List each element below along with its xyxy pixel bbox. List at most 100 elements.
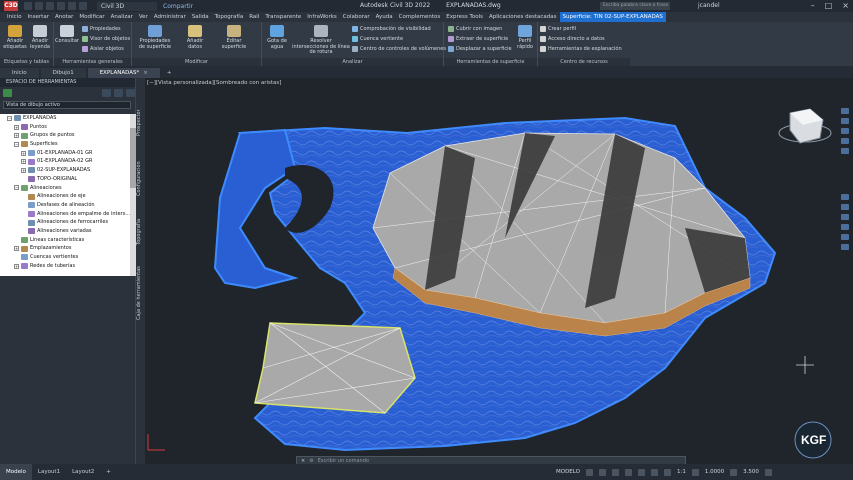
tree-expand-icon[interactable]: + — [21, 150, 26, 156]
ribbon-tab-9[interactable]: Rail — [246, 12, 262, 22]
viewport-label[interactable]: [−][Vista personalizada][Sombreado con a… — [147, 80, 281, 86]
nav-showmotion-icon[interactable] — [841, 148, 849, 154]
water-drop-button[interactable]: Gota de agua — [262, 25, 292, 50]
query-button[interactable]: Consultar — [54, 25, 80, 45]
resolve-breaklines-button[interactable]: Resolver intersecciones de línea de rotu… — [292, 25, 350, 56]
model-space-button[interactable]: MODELO — [556, 469, 580, 475]
share-button[interactable]: Compartir — [163, 3, 193, 10]
quick-profile-button[interactable]: Perfil rápido — [514, 25, 536, 50]
customize-status-icon[interactable] — [764, 468, 772, 476]
toolspace-refresh-icon[interactable] — [114, 89, 123, 97]
drape-image-button[interactable]: Cubrir con imagen — [448, 26, 502, 32]
ribbon-tab-1[interactable]: Insertar — [25, 12, 52, 22]
elevation-value[interactable]: 3.500 — [743, 469, 759, 475]
add-labels-button[interactable]: Añadir etiquetas — [2, 25, 28, 50]
isolate-objects-button[interactable]: Aislar objetos — [82, 46, 124, 52]
side-tab-toolbox[interactable]: Caja de herramientas — [136, 258, 145, 328]
print-icon[interactable] — [57, 2, 65, 10]
tree-item[interactable]: − Superficies — [0, 140, 130, 149]
tree-expand-icon[interactable]: + — [14, 246, 19, 252]
new-icon[interactable] — [24, 2, 32, 10]
drawing-viewport[interactable]: KGF [−][Vista personalizada][Sombreado c… — [145, 78, 837, 464]
ribbon-tab-16[interactable]: Aplicaciones destacadas — [486, 12, 560, 22]
annotation-visibility-icon[interactable] — [691, 468, 699, 476]
app-logo-icon[interactable]: C3D — [4, 1, 18, 11]
units-scale[interactable]: 1.0000 — [705, 469, 724, 475]
move-to-surface-button[interactable]: Desplazar a superficie — [448, 46, 512, 52]
toolspace-icon[interactable] — [3, 89, 12, 97]
new-tab-button[interactable]: + — [162, 68, 177, 78]
add-data-button[interactable]: Añadir datos — [180, 25, 210, 50]
ortho-toggle-icon[interactable] — [611, 468, 619, 476]
add-layout-button[interactable]: + — [100, 464, 117, 480]
volumes-dashboard-button[interactable]: Centro de controles de volúmenes — [352, 46, 446, 52]
ribbon-tab-13[interactable]: Ayuda — [373, 12, 396, 22]
open-icon[interactable] — [35, 2, 43, 10]
view-select[interactable]: Vista de dibujo activo — [3, 101, 131, 109]
ribbon-tab-14[interactable]: Complementos — [396, 12, 444, 22]
snap-toggle-icon[interactable] — [598, 468, 606, 476]
search-input[interactable]: Escriba palabra clave o frase — [600, 2, 670, 10]
isodraft-toggle-icon[interactable] — [637, 468, 645, 476]
doc-tab-start[interactable]: Inicio — [0, 68, 39, 78]
lineweight-toggle-icon[interactable] — [663, 468, 671, 476]
nav-grid-icon[interactable] — [841, 204, 849, 210]
annotation-scale[interactable]: 1:1 — [677, 469, 686, 475]
tree-expand-icon[interactable]: + — [21, 167, 26, 173]
tree-item[interactable]: +01-EXPLANADA-01 GR — [0, 149, 130, 158]
ribbon-tab-11[interactable]: InfraWorks — [304, 12, 339, 22]
tree-item[interactable]: + Emplazamientos — [0, 244, 130, 253]
minimize-icon[interactable]: – — [811, 1, 815, 10]
close-icon[interactable]: × — [842, 1, 849, 10]
tree-item[interactable]: Alineaciones de ferrocarriles — [0, 218, 130, 227]
tree-item[interactable]: Alineaciones de eje — [0, 192, 130, 201]
ribbon-tab-0[interactable]: Inicio — [4, 12, 25, 22]
toolspace-view-icon[interactable] — [102, 89, 111, 97]
ribbon-tab-10[interactable]: Transparente — [262, 12, 304, 22]
doc-tab-drawing1[interactable]: Dibujo1 — [40, 68, 86, 78]
side-tab-survey[interactable]: Topografía — [136, 212, 145, 252]
redo-icon[interactable] — [79, 2, 87, 10]
maximize-icon[interactable]: □ — [825, 1, 833, 10]
nav-layer-icon[interactable] — [841, 194, 849, 200]
ribbon-tab-6[interactable]: Administrar — [151, 12, 189, 22]
tree-item[interactable]: + Redes de tuberías — [0, 262, 130, 271]
ribbon-tab-4[interactable]: Analizar — [108, 12, 136, 22]
tree-item[interactable]: + Grupos de puntos — [0, 131, 130, 140]
create-profile-button[interactable]: Crear perfil — [540, 26, 576, 32]
tree-item[interactable]: Líneas características — [0, 236, 130, 245]
undo-icon[interactable] — [68, 2, 76, 10]
viewcube[interactable] — [778, 108, 832, 144]
nav-orbit-icon[interactable] — [841, 138, 849, 144]
tree-expand-icon[interactable]: − — [7, 115, 12, 121]
tree-item[interactable]: + Puntos — [0, 123, 130, 132]
side-tab-settings[interactable]: Configuración — [136, 154, 145, 204]
toolspace-help-icon[interactable] — [126, 89, 135, 97]
nav-snap-icon[interactable] — [841, 214, 849, 220]
user-account[interactable]: jcandel — [698, 2, 720, 9]
close-tab-icon[interactable]: × — [143, 70, 148, 76]
tree-expand-icon[interactable]: + — [14, 263, 19, 269]
tree-item[interactable]: − Alineaciones — [0, 184, 130, 193]
nav-pan-icon[interactable] — [841, 118, 849, 124]
tree-item[interactable]: − EXPLANADAS — [0, 114, 130, 123]
visibility-check-button[interactable]: Comprobación de visibilidad — [352, 26, 431, 32]
workspace-gear-icon[interactable] — [730, 468, 738, 476]
tree-expand-icon[interactable]: − — [14, 185, 19, 191]
nav-osnap-icon[interactable] — [841, 244, 849, 250]
osnap-toggle-icon[interactable] — [650, 468, 658, 476]
ribbon-tab-2[interactable]: Anotar — [52, 12, 76, 22]
nav-zoom-icon[interactable] — [841, 128, 849, 134]
tree-expand-icon[interactable]: − — [14, 141, 19, 147]
tree-expand-icon[interactable]: + — [14, 124, 19, 130]
tree-item[interactable]: +01-EXPLANADA-02 GR — [0, 157, 130, 166]
save-icon[interactable] — [46, 2, 54, 10]
data-shortcuts-button[interactable]: Acceso directo a datos — [540, 36, 605, 42]
workspace-select[interactable]: Civil 3D — [97, 1, 157, 11]
grading-tools-button[interactable]: Herramientas de explanación — [540, 46, 622, 52]
tree-item[interactable]: +02-SUP-EXPLANADAS — [0, 166, 130, 175]
extract-from-surface-button[interactable]: Extraer de superficie — [448, 36, 508, 42]
ribbon-tab-7[interactable]: Salida — [189, 12, 212, 22]
ribbon-tab-3[interactable]: Modificar — [76, 12, 107, 22]
tree-item[interactable]: Desfases de alineación — [0, 201, 130, 210]
